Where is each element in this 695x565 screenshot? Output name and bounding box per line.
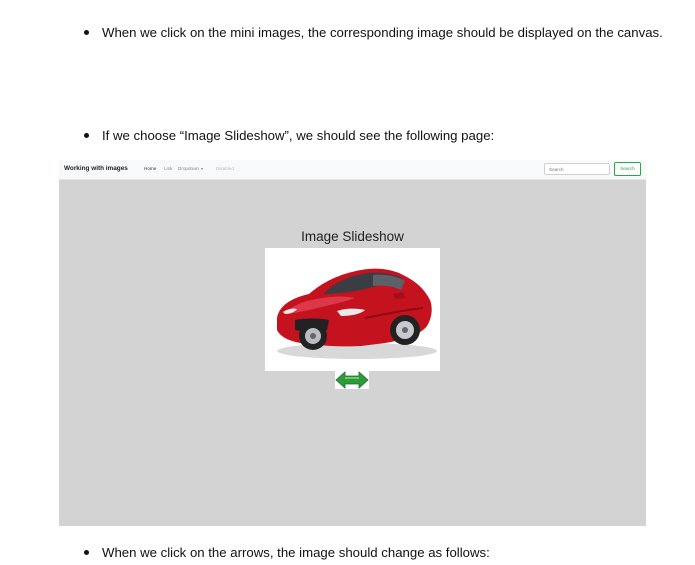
bullet-dot-icon <box>84 550 89 556</box>
chevron-down-icon <box>200 167 203 170</box>
navbar-brand[interactable]: Working with images <box>64 165 128 172</box>
slideshow-image <box>265 248 440 371</box>
nav-dropdown-label: Dropdown <box>178 166 199 171</box>
search-button[interactable]: Search <box>614 162 641 176</box>
bullet-item: When we click on the mini images, the co… <box>84 25 663 40</box>
bullet-item: When we click on the arrows, the image s… <box>84 545 490 560</box>
nav-dropdown[interactable]: Dropdown <box>178 166 203 171</box>
page-title: Image Slideshow <box>301 229 404 244</box>
search-input[interactable]: Search <box>544 163 610 175</box>
embedded-screenshot: Working with images Home Link Dropdown D… <box>59 160 646 526</box>
bullet-dot-icon <box>84 133 89 139</box>
bullet-text: When we click on the mini images, the co… <box>102 25 663 40</box>
red-car-image <box>277 268 437 359</box>
bullet-dot-icon <box>84 30 89 36</box>
document-page: When we click on the mini images, the co… <box>0 0 695 565</box>
bullet-text: When we click on the arrows, the image s… <box>102 545 490 560</box>
navbar: Working with images Home Link Dropdown D… <box>59 160 646 180</box>
left-right-arrows-icon[interactable] <box>335 371 369 389</box>
nav-link-disabled: Disabled <box>216 166 234 171</box>
bullet-item: If we choose “Image Slideshow”, we shoul… <box>84 128 494 143</box>
bullet-text: If we choose “Image Slideshow”, we shoul… <box>102 128 495 143</box>
nav-link-link[interactable]: Link <box>164 166 172 171</box>
nav-link-home[interactable]: Home <box>144 166 156 171</box>
